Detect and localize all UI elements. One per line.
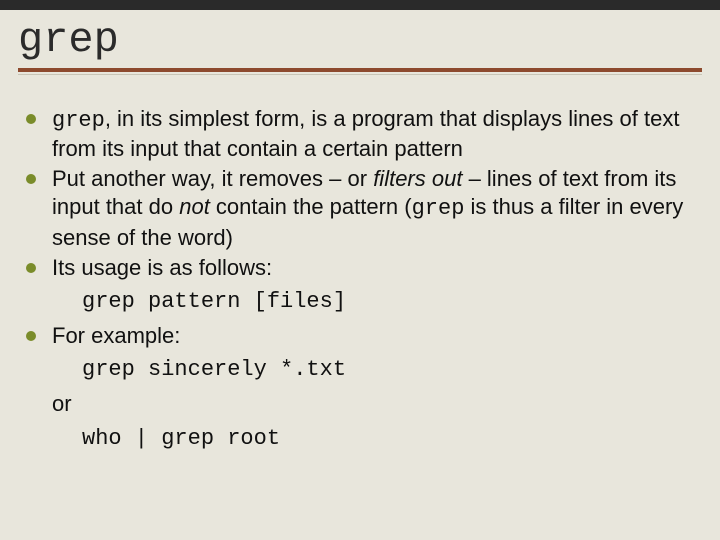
bullet-icon <box>26 174 36 184</box>
bullet-text: Its usage is as follows: <box>52 254 700 282</box>
slide-content: grep, in its simplest form, is a program… <box>0 75 720 453</box>
text-span: , in its simplest form, is a program tha… <box>52 106 679 161</box>
code-line: grep pattern [files] <box>82 288 700 316</box>
bullet-text: For example: <box>52 322 700 350</box>
code-line: grep sincerely *.txt <box>82 356 700 384</box>
slide-title: grep <box>18 16 702 64</box>
bullet-item: For example: <box>20 322 700 350</box>
bullet-text: grep, in its simplest form, is a program… <box>52 105 700 163</box>
code-line: who | grep root <box>82 425 700 453</box>
inline-code: grep <box>412 196 465 221</box>
bullet-item: grep, in its simplest form, is a program… <box>20 105 700 163</box>
bullet-item: Its usage is as follows: <box>20 254 700 282</box>
italic-text: filters out <box>373 166 462 191</box>
bullet-item: Put another way, it removes – or filters… <box>20 165 700 251</box>
bullet-icon <box>26 263 36 273</box>
inline-code: grep <box>52 108 105 133</box>
title-area: grep <box>0 10 720 68</box>
text-span: Put another way, it removes – or <box>52 166 373 191</box>
bullet-icon <box>26 114 36 124</box>
or-text: or <box>52 390 700 418</box>
italic-text: not <box>179 194 210 219</box>
bullet-text: Put another way, it removes – or filters… <box>52 165 700 251</box>
accent-underline <box>18 68 702 72</box>
bullet-icon <box>26 331 36 341</box>
top-accent-bar <box>0 0 720 10</box>
text-span: contain the pattern ( <box>210 194 412 219</box>
